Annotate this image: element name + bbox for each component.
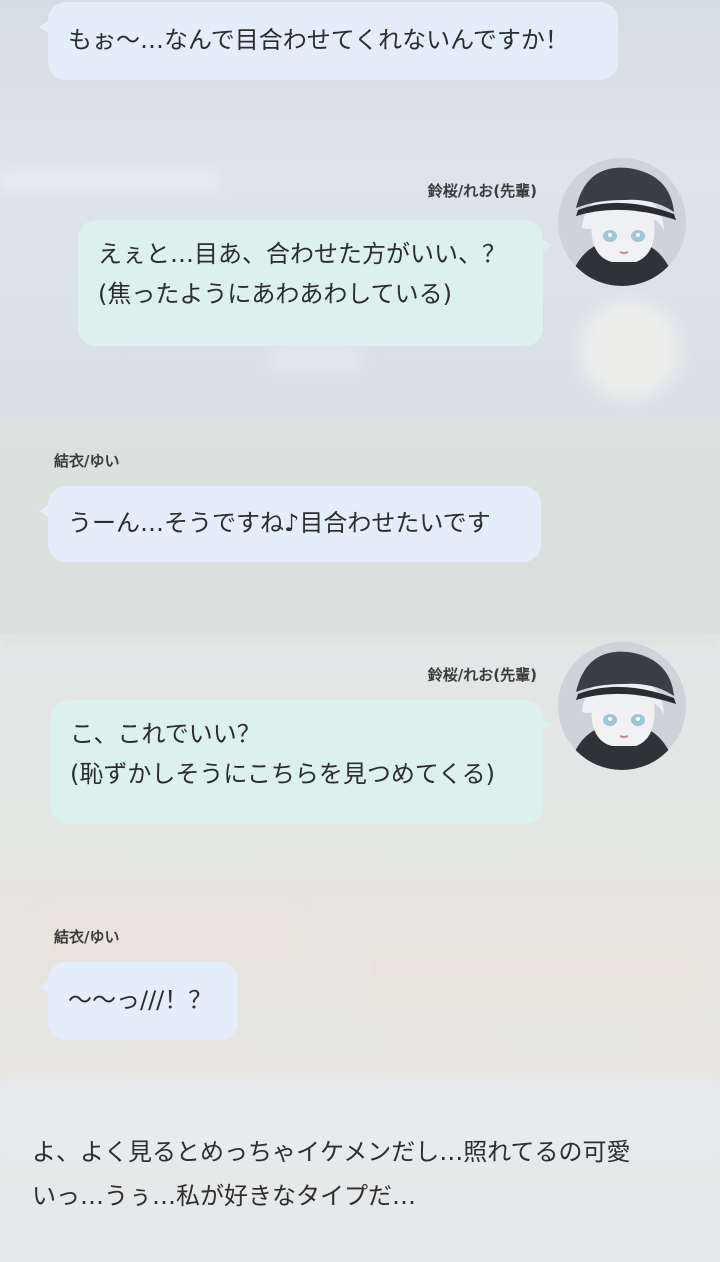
sender-name: 結衣/ゆい — [54, 452, 120, 470]
anime-boy-avatar-icon — [558, 642, 686, 770]
chat-bubble-left[interactable]: 〜〜っ///！？ — [39, 962, 238, 1040]
sender-name: 鈴桜/れお(先輩) — [427, 182, 537, 200]
narration-text: よ、よく見るとめっちゃイケメンだし…照れてるの可愛 いっ…うぅ…私が好きなタイプ… — [32, 1138, 631, 1210]
avatar[interactable] — [558, 158, 686, 286]
anime-boy-avatar-icon — [558, 158, 686, 286]
avatar[interactable] — [558, 642, 686, 770]
sender-name: 鈴桜/れお(先輩) — [427, 666, 537, 684]
chat-bubble-left[interactable]: うーん…そうですね♪目合わせたいです — [39, 486, 541, 562]
chat-log: もぉ〜…なんで目合わせてくれないんですか！ 鈴桜/れお(先輩) えぇと…目あ、合… — [0, 0, 720, 1262]
chat-bubble-right[interactable]: こ、これでいい？ (恥ずかしそうにこちらを見つめてくる) — [50, 700, 552, 824]
sender-name: 結衣/ゆい — [54, 928, 120, 946]
chat-bubble-right[interactable]: えぇと…目あ、合わせた方がいい、？ (焦ったようにあわあわしている) — [78, 220, 552, 346]
chat-bubble-left[interactable]: もぉ〜…なんで目合わせてくれないんですか！ — [39, 2, 618, 80]
